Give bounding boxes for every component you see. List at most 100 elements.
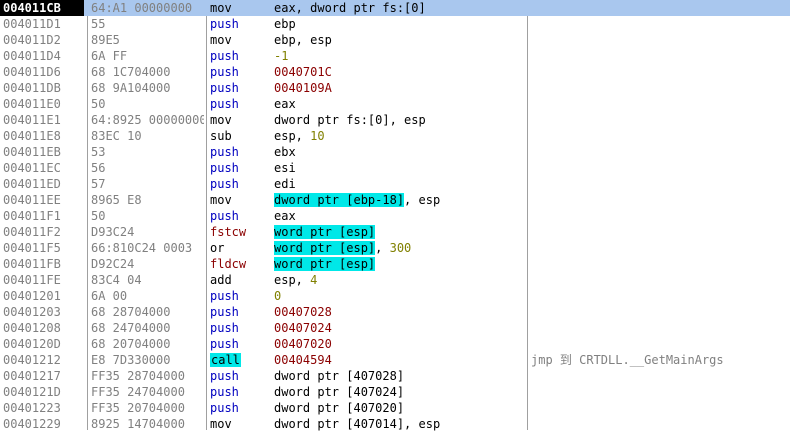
instruction-row[interactable]: 00401217 FF35 28704000 push dword ptr [4070… [0,368,790,384]
instruction-row[interactable]: 004011ED 57 push edi [0,176,790,192]
instruction-row[interactable]: 004011EE 8965 E8 mov dword ptr [ebp-18], es… [0,192,790,208]
instruction-row[interactable]: 0040120D 68 20704000 push 00407020 [0,336,790,352]
instruction-hex-bytes: 57 [91,177,106,191]
instruction-row[interactable]: 004011F2 D93C24 fstcw word ptr [esp] [0,224,790,240]
instruction-address: 004011E0 [3,97,61,111]
memory-operand: word ptr [esp] [274,225,376,239]
instruction-comment [531,320,790,336]
instruction-row[interactable]: 00401212 E8 7D330000 call 00404594 jmp 到 CRT… [0,352,790,368]
instruction-row[interactable]: 004011D1 55 push ebp [0,16,790,32]
instruction-operands: eax, dword ptr fs:[0] [274,0,524,16]
instruction-operands: ebp [274,16,524,32]
instruction-address: 004011EC [3,161,61,175]
instruction-comment [531,384,790,400]
instruction-row[interactable]: 00401201 6A 00 push 0 [0,288,790,304]
instruction-address: 004011E1 [3,113,61,127]
instruction-operands: 00407024 [274,320,524,336]
instruction-row[interactable]: 004011D6 68 1C704000 push 0040701C [0,64,790,80]
instruction-mnemonic-cell: push [210,80,270,96]
instruction-comment [531,160,790,176]
instruction-row[interactable]: 004011EB 53 push ebx [0,144,790,160]
instruction-hex-bytes: 64:8925 00000000 [91,113,204,127]
instruction-mnemonic-cell: push [210,208,270,224]
instruction-mnemonic-cell: push [210,160,270,176]
instruction-comment [531,240,790,256]
instruction-mnemonic-cell: add [210,272,270,288]
instruction-comment [531,16,790,32]
instruction-address: 004011EB [3,145,61,159]
instruction-mnemonic-cell: mov [210,0,270,16]
instruction-operands: ebx [274,144,524,160]
instruction-hex-bytes: 64:A1 00000000 [91,1,193,15]
operand-text: dword ptr [407024] [274,385,405,399]
operand-text: dword ptr [407014], esp [274,417,441,431]
instruction-operands: 00407020 [274,336,524,352]
instruction-hex-bytes: 8965 E8 [91,193,142,207]
operand-text: edi [274,177,296,191]
instruction-hex-bytes: 56 [91,161,106,175]
instruction-row[interactable]: 004011D2 89E5 mov ebp, esp [0,32,790,48]
instruction-mnemonic-cell: push [210,336,270,352]
instruction-operands: dword ptr fs:[0], esp [274,112,524,128]
instruction-operands: 0 [274,288,524,304]
instruction-row[interactable]: 004011E0 50 push eax [0,96,790,112]
instruction-hex-bytes: 6A 00 [91,289,128,303]
instruction-hex-bytes: 55 [91,17,106,31]
instruction-mnemonic: sub [210,129,232,143]
immediate-operand: 0 [274,289,282,303]
instruction-row[interactable]: 004011E8 83EC 10 sub esp, 10 [0,128,790,144]
instruction-operands: dword ptr [ebp-18], esp [274,192,524,208]
operand-text: esi [274,161,296,175]
immediate-operand: 4 [310,273,318,287]
instruction-mnemonic-cell: sub [210,128,270,144]
instruction-address: 004011D1 [3,17,61,31]
instruction-row[interactable]: 004011F1 50 push eax [0,208,790,224]
instruction-row[interactable]: 00401203 68 28704000 push 00407028 [0,304,790,320]
instruction-operands: -1 [274,48,524,64]
instruction-comment [531,368,790,384]
instruction-mnemonic-cell: or [210,240,270,256]
selected-instruction-row[interactable]: 004011CB 64:A1 00000000 mov eax, dword ptr … [0,0,790,16]
instruction-row[interactable]: 004011E1 64:8925 00000000 mov dword ptr fs:… [0,112,790,128]
operand-text: ebx [274,145,296,159]
address-operand: 0040109A [274,81,332,95]
instruction-address: 004011E8 [3,129,61,143]
instruction-row[interactable]: 004011FE 83C4 04 add esp, 4 [0,272,790,288]
instruction-row[interactable]: 004011F5 66:810C24 0003 or word ptr [esp], … [0,240,790,256]
operand-text: ebp, esp [274,33,332,47]
instruction-operands: dword ptr [407020] [274,400,524,416]
instruction-hex-bytes: FF35 24704000 [91,385,185,399]
instruction-mnemonic-cell: fstcw [210,224,270,240]
instruction-row[interactable]: 00401208 68 24704000 push 00407024 [0,320,790,336]
instruction-hex-bytes: 6A FF [91,49,128,63]
instruction-address: 004011EE [3,193,61,207]
instruction-row[interactable]: 004011D4 6A FF push -1 [0,48,790,64]
instruction-hex-bytes: 50 [91,209,106,223]
disassembly-view[interactable]: 004011CB 64:A1 00000000 mov eax, dword ptr … [0,0,790,431]
instruction-hex-bytes: 53 [91,145,106,159]
instruction-mnemonic: mov [210,193,232,207]
instruction-comment [531,128,790,144]
instruction-mnemonic-cell: push [210,304,270,320]
instruction-mnemonic: push [210,209,239,223]
instruction-mnemonic-cell: push [210,320,270,336]
instruction-row[interactable]: 004011DB 68 9A104000 push 0040109A [0,80,790,96]
instruction-mnemonic: mov [210,417,232,431]
instruction-address: 004011DB [3,81,61,95]
address-operand: 00407020 [274,337,332,351]
instruction-mnemonic: push [210,65,239,79]
instruction-operands: word ptr [esp] [274,256,524,272]
instruction-row[interactable]: 004011EC 56 push esi [0,160,790,176]
instruction-row[interactable]: 00401223 FF35 20704000 push dword ptr [4070… [0,400,790,416]
instruction-mnemonic: push [210,97,239,111]
instruction-row[interactable]: 0040121D FF35 24704000 push dword ptr [4070… [0,384,790,400]
instruction-row[interactable]: 004011FB D92C24 fldcw word ptr [esp] [0,256,790,272]
instruction-hex-bytes: D93C24 [91,225,135,239]
instruction-address: 004011CB [0,0,84,16]
instruction-comment [531,288,790,304]
instruction-mnemonic: push [210,385,239,399]
instruction-address: 004011F2 [3,225,61,239]
instruction-address: 00401217 [3,369,61,383]
instruction-comment: jmp 到 CRTDLL.__GetMainArgs [531,353,724,367]
immediate-operand: -1 [274,49,289,63]
